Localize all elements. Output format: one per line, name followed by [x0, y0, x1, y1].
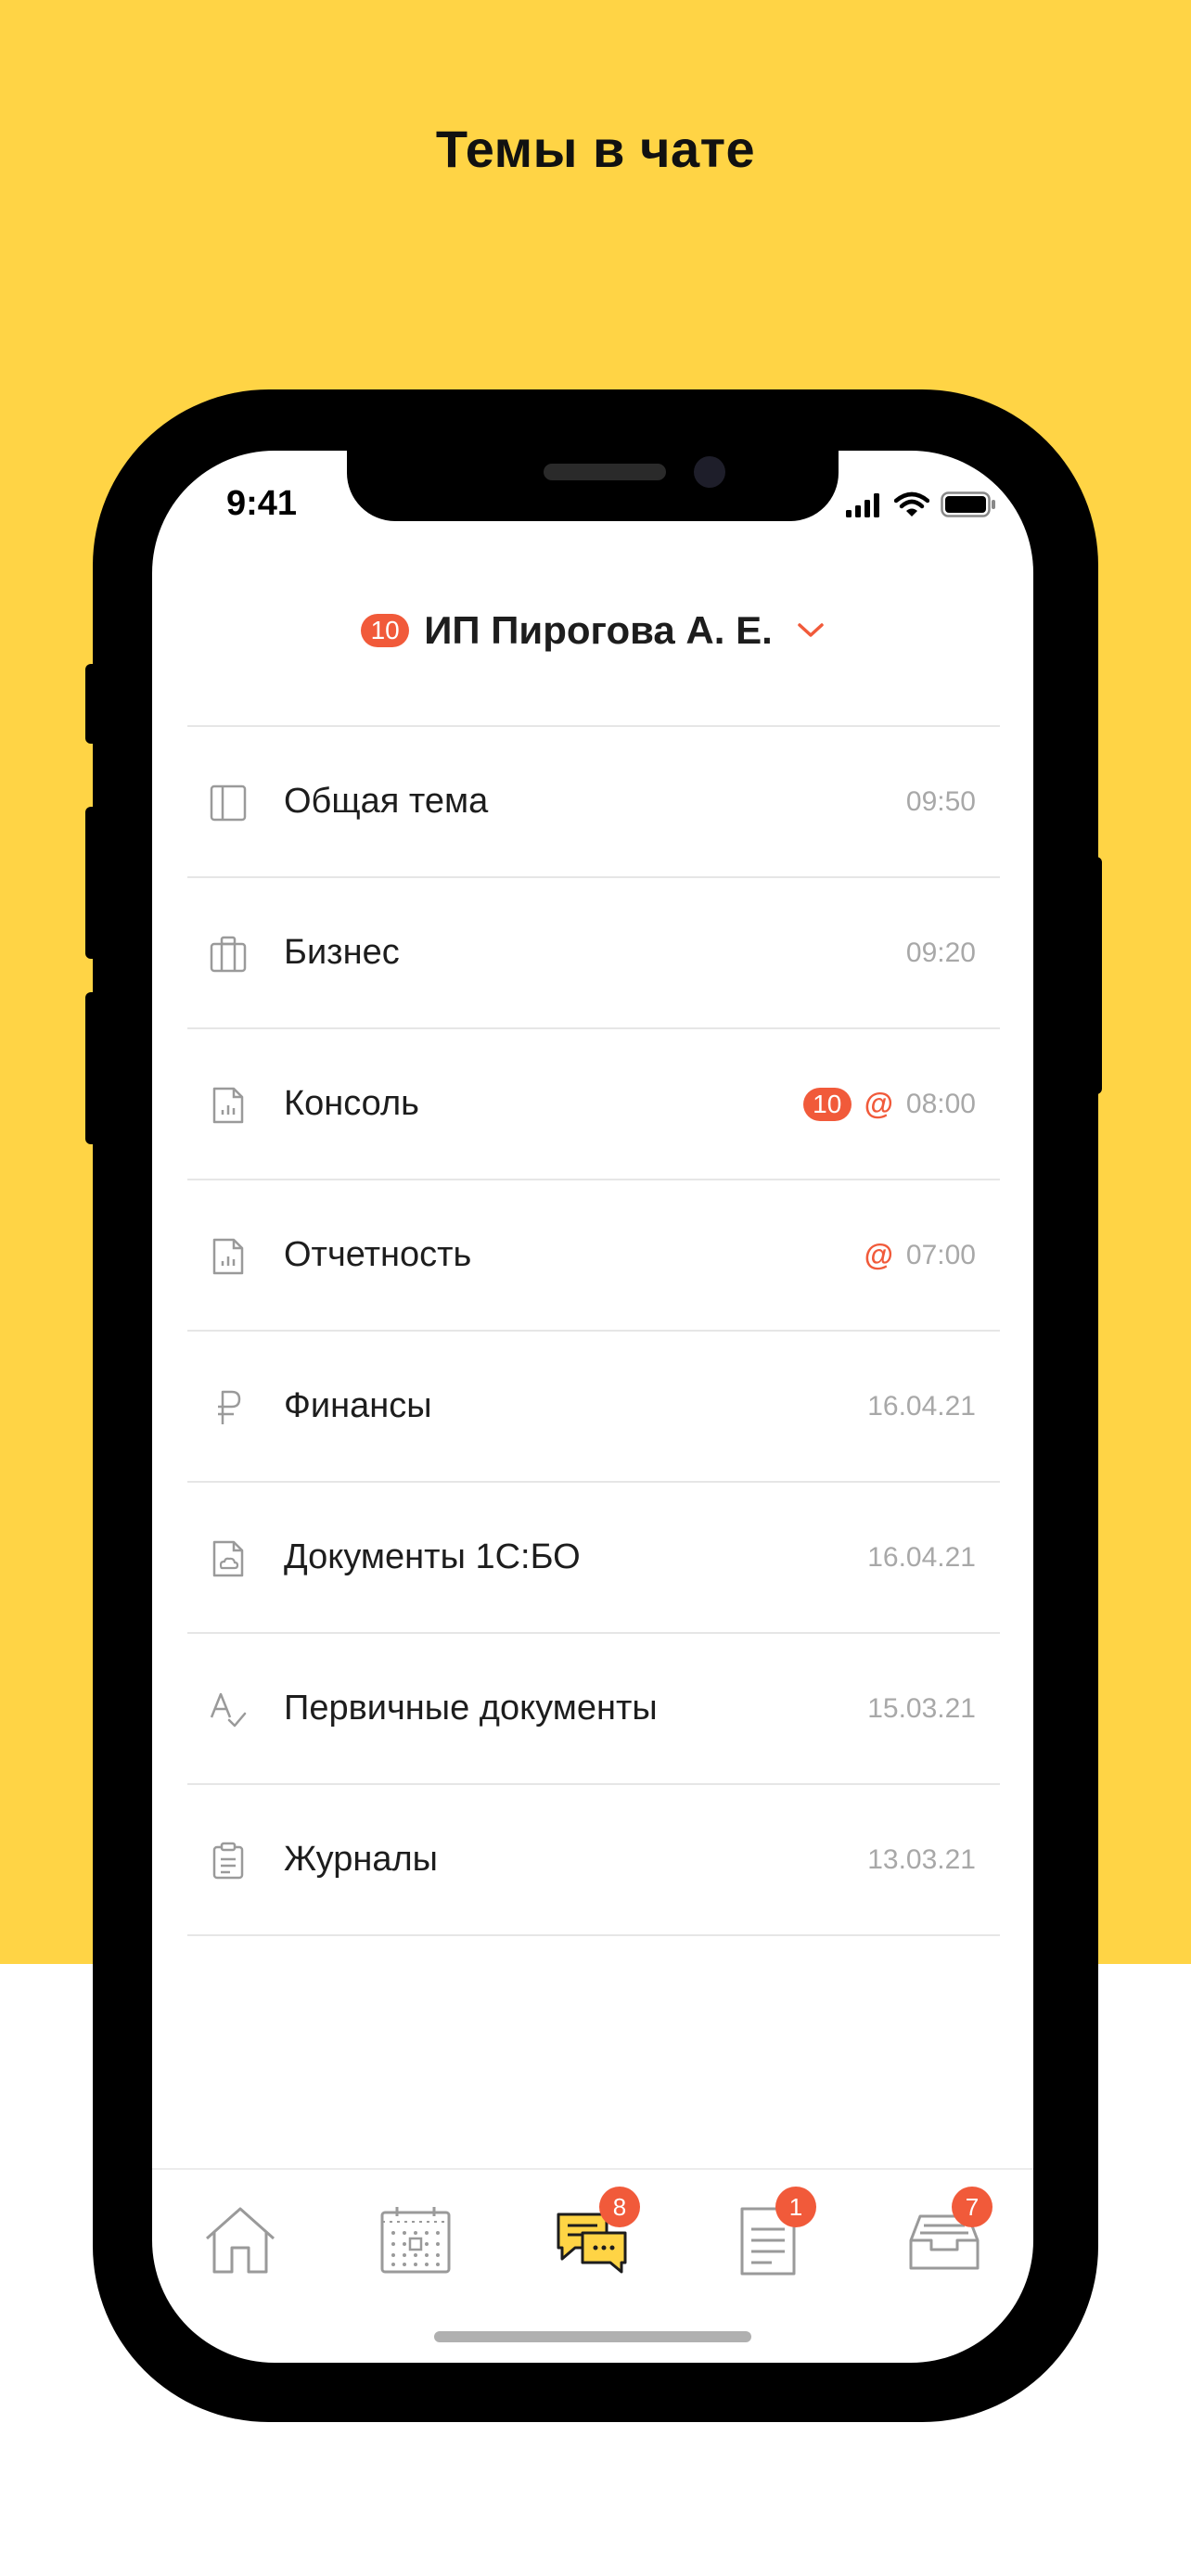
tab-chats[interactable]: 8 — [555, 2187, 640, 2277]
topic-row[interactable]: Отчетность @ 07:00 — [187, 1180, 1000, 1332]
tab-documents-badge: 1 — [775, 2187, 816, 2227]
topic-time: 15.03.21 — [867, 1692, 976, 1724]
earpiece-speaker — [544, 464, 666, 480]
battery-icon — [941, 491, 995, 517]
topic-meta: 09:50 — [906, 786, 976, 818]
chevron-down-icon — [798, 623, 824, 637]
topic-meta: @ 07:00 — [864, 1238, 976, 1272]
mention-icon: @ — [864, 1238, 893, 1271]
tab-chats-badge: 8 — [599, 2187, 640, 2227]
topic-row[interactable]: Документы 1С:БО 16.04.21 — [187, 1483, 1000, 1634]
front-camera — [694, 456, 725, 488]
promo-headline: Темы в чате — [435, 120, 756, 178]
topic-row[interactable]: Консоль 10 @ 08:00 — [187, 1029, 1000, 1180]
cellular-signal-icon — [846, 493, 879, 517]
topic-time: 13.03.21 — [867, 1843, 976, 1875]
chat-title: ИП Пирогова А. Е. — [424, 608, 773, 652]
mention-icon: @ — [864, 1087, 893, 1120]
topic-meta: 13.03.21 — [867, 1844, 976, 1876]
tab-archive[interactable]: 7 — [907, 2187, 992, 2277]
sidebar-layout-icon — [210, 784, 247, 822]
phone-screen: 9:41 10 ИП Пирогова А. Е. Общая тема 09:… — [152, 451, 1033, 2363]
topic-name: Общая тема — [284, 782, 489, 821]
tab-calendar[interactable] — [378, 2203, 453, 2277]
text-check-icon — [210, 1692, 247, 1728]
topic-row[interactable]: Первичные документы 15.03.21 — [187, 1634, 1000, 1785]
topic-row[interactable]: Финансы 16.04.21 — [187, 1332, 1000, 1483]
notch — [347, 451, 839, 521]
tab-archive-badge: 7 — [952, 2187, 992, 2227]
home-icon — [206, 2207, 275, 2274]
calendar-icon — [380, 2207, 451, 2274]
topic-time: 16.04.21 — [867, 1541, 976, 1573]
topic-time: 07:00 — [905, 1239, 976, 1270]
topic-meta: 16.04.21 — [867, 1391, 976, 1422]
topic-name: Бизнес — [284, 933, 400, 972]
topic-meta: 16.04.21 — [867, 1542, 976, 1574]
topic-name: Первичные документы — [284, 1689, 658, 1728]
tab-documents[interactable]: 1 — [731, 2187, 816, 2277]
chat-switcher[interactable]: 10 ИП Пирогова А. Е. — [152, 599, 1033, 662]
topic-time: 16.04.21 — [867, 1390, 976, 1422]
topic-name: Журналы — [284, 1840, 438, 1879]
ruble-icon — [218, 1390, 241, 1424]
topic-row[interactable]: Бизнес 09:20 — [187, 878, 1000, 1029]
tab-bar: 8 1 7 — [152, 2168, 1033, 2289]
home-indicator[interactable] — [434, 2331, 751, 2342]
report-file-icon — [212, 1238, 244, 1275]
briefcase-icon — [210, 936, 247, 973]
topic-meta: 09:20 — [906, 937, 976, 969]
topic-name: Отчетность — [284, 1235, 472, 1274]
topic-unread-badge: 10 — [802, 1087, 852, 1121]
topic-time: 09:50 — [905, 785, 976, 817]
topic-row[interactable]: Журналы 13.03.21 — [187, 1785, 1000, 1936]
report-file-icon — [212, 1087, 244, 1124]
topic-name: Финансы — [284, 1386, 432, 1425]
cloud-document-icon — [212, 1540, 244, 1577]
status-time: 9:41 — [226, 484, 298, 523]
status-icons — [846, 488, 996, 517]
topic-name: Документы 1С:БО — [284, 1537, 581, 1576]
topic-time: 09:20 — [905, 937, 976, 968]
topic-meta: 15.03.21 — [867, 1693, 976, 1725]
topic-time: 08:00 — [905, 1088, 976, 1119]
topic-name: Консоль — [284, 1084, 419, 1123]
chat-unread-badge: 10 — [361, 614, 410, 647]
clipboard-icon — [212, 1842, 244, 1880]
topic-meta: 10 @ 08:00 — [802, 1087, 976, 1121]
wifi-icon — [894, 491, 929, 516]
tab-home[interactable] — [203, 2203, 277, 2277]
topic-row[interactable]: Общая тема 09:50 — [187, 727, 1000, 878]
topic-list: Общая тема 09:50 Бизнес 09:20 Консоль 10… — [187, 725, 1000, 1936]
